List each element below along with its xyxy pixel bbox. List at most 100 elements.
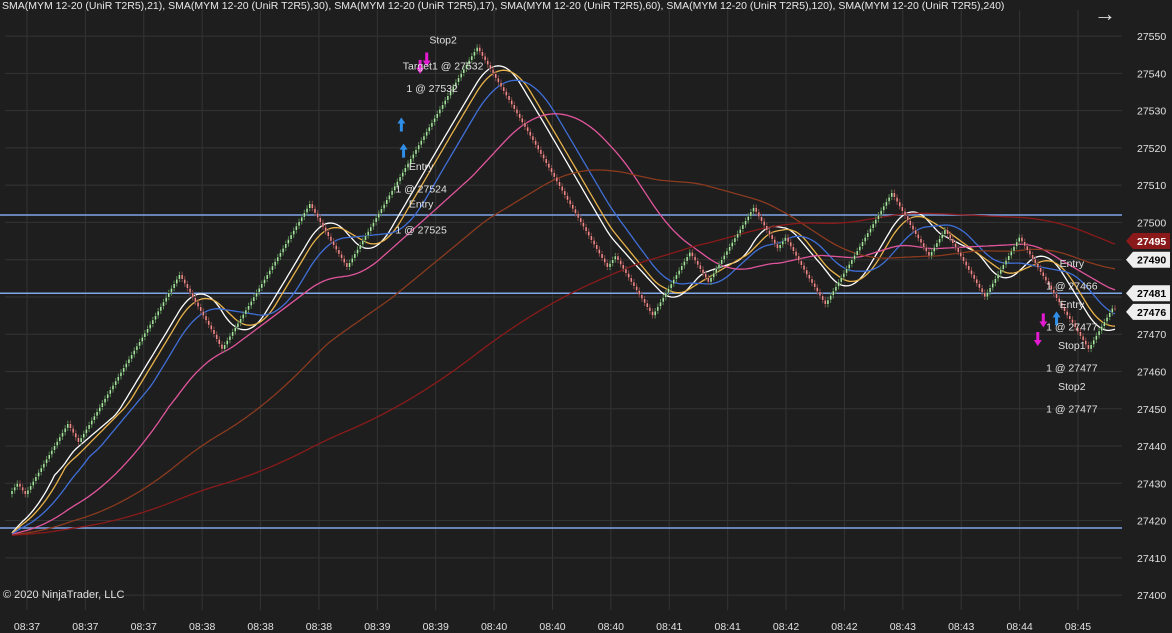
- bar-up: [438, 108, 442, 114]
- bar-up: [358, 244, 362, 250]
- bar-up: [79, 437, 83, 443]
- bar-up: [388, 194, 391, 200]
- bar-up: [661, 297, 665, 303]
- bar-up: [667, 288, 670, 294]
- bar-down: [951, 238, 955, 244]
- bar-up: [861, 241, 864, 247]
- bar-up: [175, 278, 178, 284]
- bar-up: [428, 126, 431, 132]
- bar-down: [521, 117, 524, 123]
- bar-up: [664, 292, 668, 298]
- bar-down: [632, 281, 636, 287]
- bar-down: [595, 244, 598, 250]
- bar-up: [941, 234, 944, 239]
- bar-down: [558, 181, 561, 187]
- bar-up: [688, 252, 691, 257]
- price-chart[interactable]: Stop2 Target1 @ 27532 1 @ 27532 Entry 1 @ 27…: [0, 0, 1172, 633]
- bar-up: [260, 283, 264, 289]
- bar-down: [555, 176, 559, 182]
- trade-annotation-label: 1 @ 27477: [1046, 321, 1098, 333]
- bar-up: [736, 233, 739, 239]
- bar-down: [507, 95, 511, 101]
- y-tick-label: 27450: [1137, 404, 1166, 416]
- bar-down: [914, 229, 917, 235]
- bar-up: [63, 427, 67, 433]
- x-tick-label: 08:38: [189, 621, 215, 633]
- bar-up: [295, 225, 298, 231]
- bar-up: [717, 263, 721, 269]
- bar-down: [327, 231, 330, 237]
- bar-up: [250, 301, 253, 306]
- bar-down: [574, 208, 577, 214]
- bar-down: [1034, 258, 1037, 264]
- bar-down: [773, 239, 776, 245]
- x-tick-label: 08:43: [890, 621, 916, 633]
- bar-up: [55, 441, 59, 446]
- bar-up: [935, 242, 939, 248]
- bar-up: [877, 214, 880, 220]
- bar-down: [1026, 245, 1029, 251]
- bar-up: [374, 217, 378, 223]
- bar-up: [781, 240, 784, 245]
- bar-up: [271, 265, 274, 271]
- bar-up: [289, 234, 293, 240]
- bar-up: [840, 277, 843, 283]
- bar-up: [1097, 330, 1101, 336]
- bar-down: [903, 211, 907, 217]
- bar-up: [879, 210, 883, 216]
- bar-down: [762, 220, 766, 226]
- bar-down: [510, 99, 513, 105]
- bar-up: [228, 335, 232, 341]
- bar-down: [927, 251, 931, 257]
- bar-down: [24, 490, 27, 495]
- y-tick-label: 27400: [1137, 590, 1166, 602]
- bar-up: [117, 376, 120, 382]
- bar-down: [180, 274, 184, 280]
- bar-up: [669, 283, 673, 289]
- bar-down: [893, 192, 896, 198]
- bar-up: [999, 269, 1002, 275]
- bar-up: [34, 476, 38, 482]
- bar-up: [61, 432, 64, 438]
- bar-down: [77, 437, 80, 443]
- y-tick-label: 27420: [1137, 516, 1166, 528]
- bar-up: [723, 255, 726, 260]
- arrow-right-icon[interactable]: →: [1092, 2, 1118, 26]
- bar-up: [414, 149, 418, 155]
- bar-down: [1068, 315, 1072, 320]
- bar-up: [1100, 326, 1103, 332]
- bar-down: [194, 297, 197, 303]
- bar-down: [183, 278, 186, 284]
- bar-down: [813, 282, 816, 288]
- bar-down: [800, 260, 803, 266]
- bar-up: [111, 385, 115, 390]
- bar-down: [967, 265, 971, 271]
- bar-up: [863, 237, 867, 243]
- bar-down: [545, 158, 548, 164]
- bar-down: [1065, 311, 1069, 316]
- bar-up: [675, 274, 678, 280]
- bar-up: [287, 239, 290, 244]
- bar-up: [170, 288, 173, 294]
- bar-down: [518, 113, 521, 119]
- bar-down: [797, 255, 800, 261]
- bar-down: [486, 60, 489, 66]
- bar-up: [858, 246, 862, 251]
- bar-down: [980, 287, 984, 293]
- bar-up: [832, 290, 835, 296]
- bar-down: [1055, 293, 1058, 299]
- bar-down: [964, 260, 968, 266]
- y-tick-label: 27510: [1137, 180, 1166, 192]
- bar-up: [420, 140, 423, 146]
- bar-up: [143, 332, 147, 338]
- trade-annotation-label: Stop2: [1058, 381, 1086, 393]
- bar-down: [69, 423, 72, 429]
- bar-down: [340, 253, 343, 259]
- bar-down: [584, 226, 588, 232]
- bar-up: [680, 265, 683, 271]
- bar-up: [725, 250, 729, 256]
- bar-up: [13, 486, 16, 491]
- bar-up: [45, 458, 48, 464]
- bar-down: [324, 226, 327, 232]
- bar-up: [385, 199, 388, 205]
